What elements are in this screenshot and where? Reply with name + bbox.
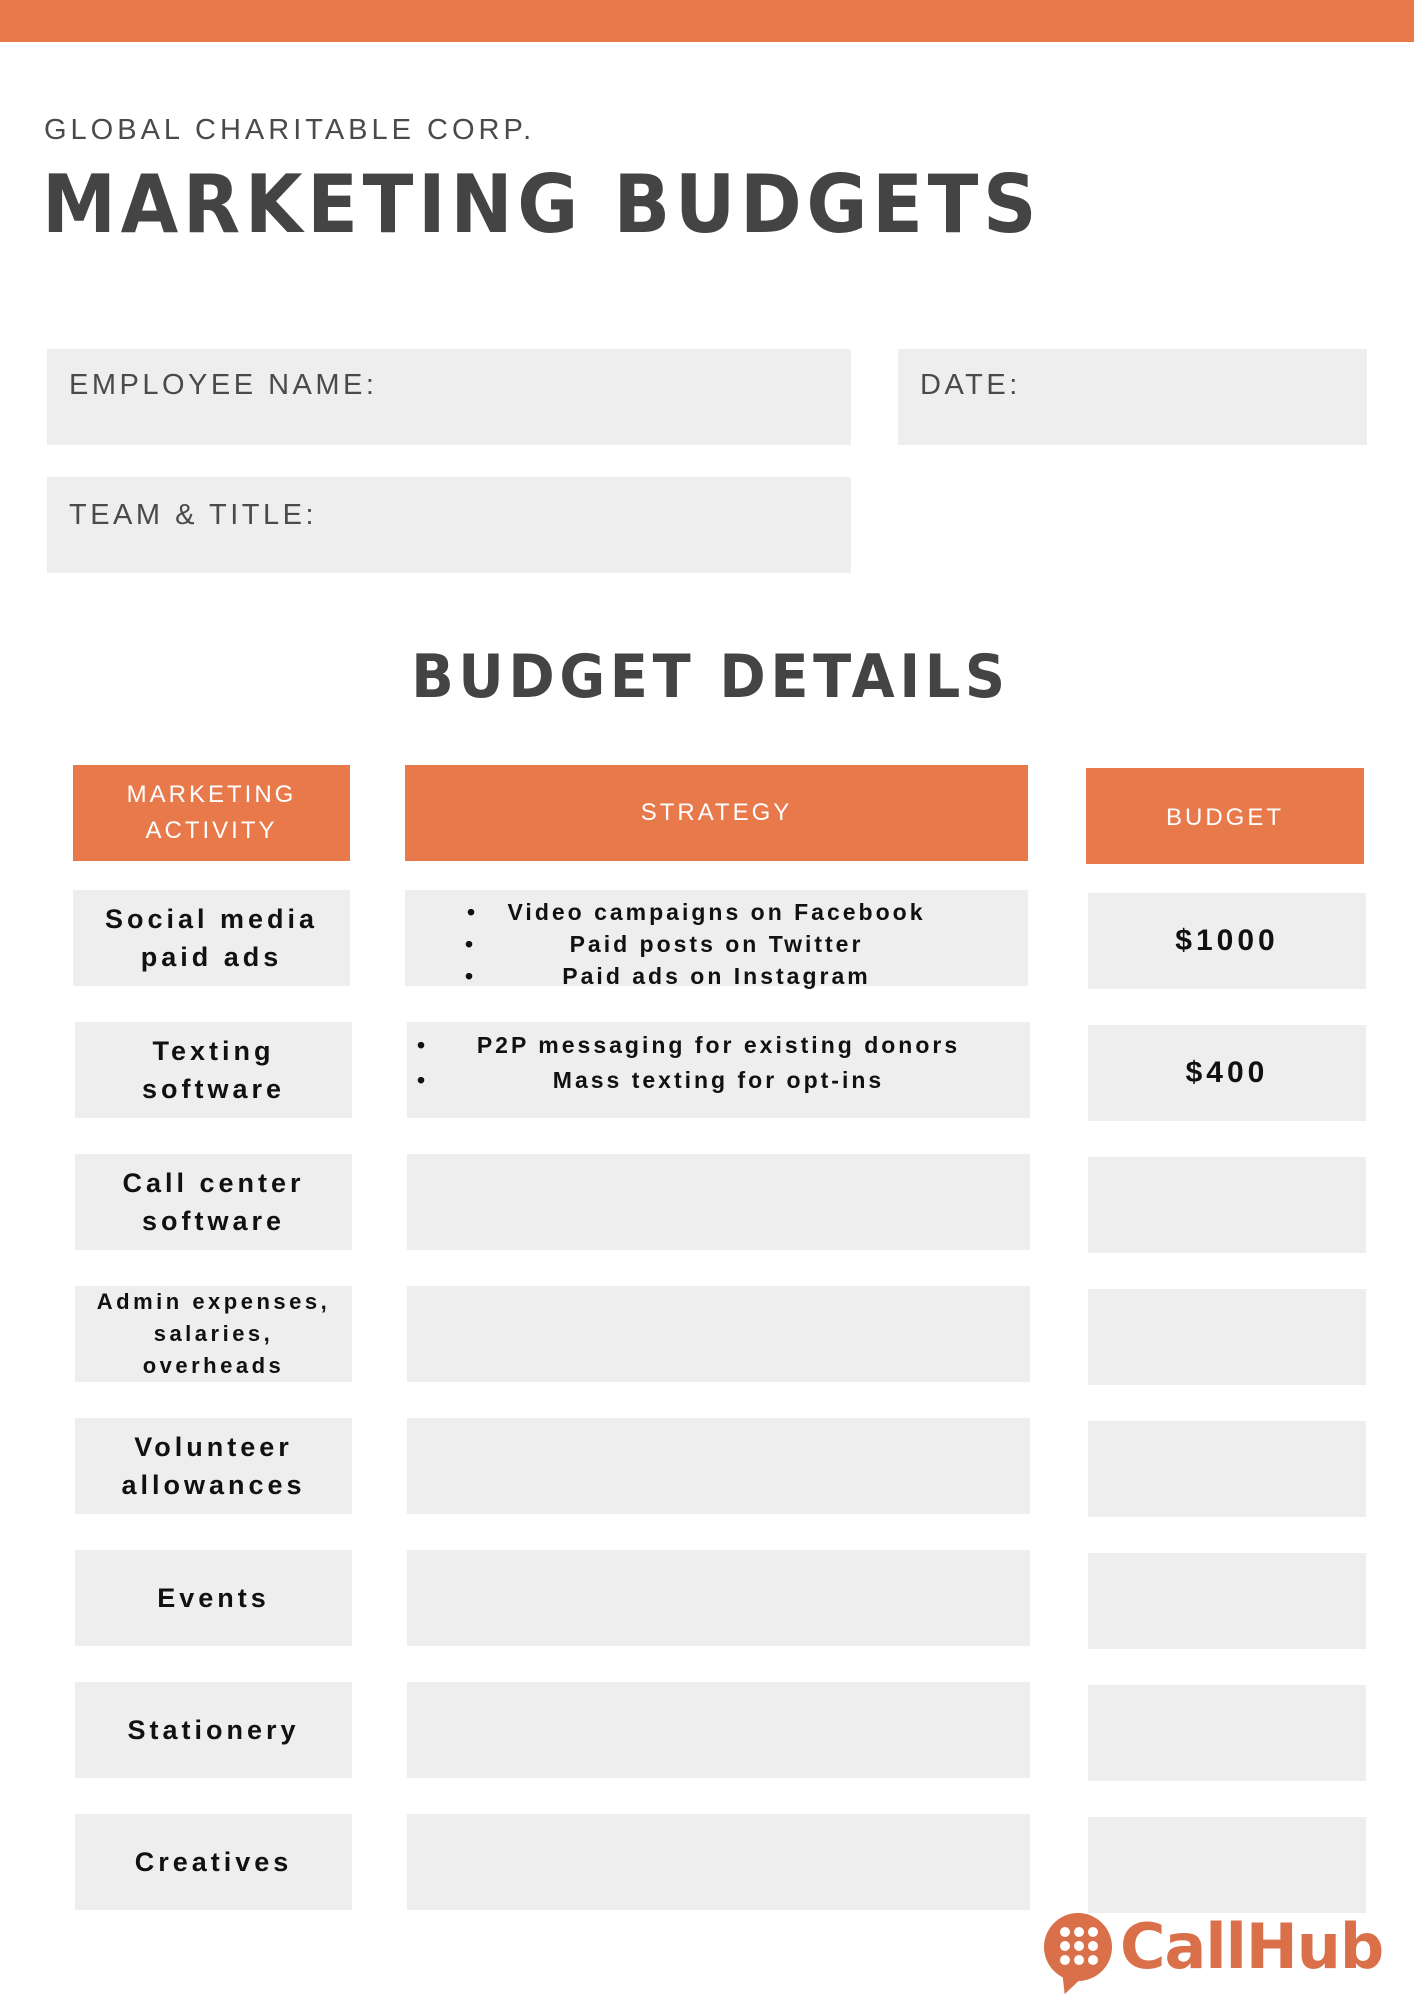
employee-name-label: EMPLOYEE NAME: [69,369,378,401]
strategy-cell[interactable] [407,1814,1030,1910]
strategy-text: Paid posts on Twitter [569,931,864,957]
activity-cell[interactable]: Events [75,1550,352,1646]
budget-value: $1000 [1175,924,1279,957]
date-field[interactable]: DATE: [898,349,1367,445]
activity-text: Creatives [134,1847,293,1877]
employee-name-field[interactable]: EMPLOYEE NAME: [47,349,851,445]
bullet-icon: • [467,899,479,925]
callhub-logo: CallHub [1044,1910,1384,1983]
activity-cell[interactable]: Stationery [75,1682,352,1778]
activity-cell[interactable]: Social media paid ads [73,890,350,986]
strategy-list: • Video campaigns on Facebook • Paid posts … [405,890,1028,992]
activity-text: Texting [152,1036,275,1066]
strategy-text: Paid ads on Instagram [562,963,871,989]
activity-text: allowances [121,1470,306,1500]
organization-name: GLOBAL CHARITABLE CORP. [44,114,536,146]
chat-bubble-keypad-icon [1044,1912,1112,1981]
date-label: DATE: [920,369,1021,401]
bullet-icon: • [417,1067,429,1093]
budget-cell[interactable] [1088,1289,1366,1385]
budget-cell[interactable]: $400 [1088,1025,1366,1121]
strategy-text: Mass texting for opt-ins [552,1067,885,1093]
activity-text: Volunteer [134,1432,293,1462]
strategy-cell[interactable]: • P2P messaging for existing donors • Mass … [407,1022,1030,1118]
bullet-icon: • [465,963,477,989]
activity-text: salaries, [153,1321,274,1346]
strategy-text: P2P messaging for existing donors [476,1032,961,1058]
section-title: BUDGET DETAILS [0,642,1414,712]
section-title-text: BUDGET DETAILS [411,642,1010,712]
bullet-icon: • [465,931,477,957]
activity-text: Social media [104,904,319,934]
activity-cell[interactable]: Texting software [75,1022,352,1118]
budget-cell[interactable] [1088,1421,1366,1517]
column-header-budget: BUDGET [1086,768,1364,864]
budget-value: $400 [1185,1056,1269,1089]
activity-text: overheads [142,1353,285,1378]
strategy-item: • P2P messaging for existing donors [407,1028,1030,1063]
budget-cell[interactable] [1088,1553,1366,1649]
activity-text: Stationery [127,1715,300,1745]
activity-text: Admin expenses, [96,1289,331,1314]
budget-cell[interactable]: $1000 [1088,893,1366,989]
header-line: ACTIVITY [145,817,278,844]
activity-cell[interactable]: Admin expenses, salaries, overheads [75,1286,352,1382]
team-title-label: TEAM & TITLE: [69,499,318,531]
activity-text: paid ads [140,942,283,972]
logo-text: CallHub [1120,1910,1384,1983]
activity-cell[interactable]: Creatives [75,1814,352,1910]
header-line: MARKETING [126,781,297,808]
column-header-strategy: STRATEGY [405,765,1028,861]
strategy-cell[interactable] [407,1154,1030,1250]
strategy-item: • Video campaigns on Facebook [405,896,1028,928]
budget-cell[interactable] [1088,1685,1366,1781]
strategy-item: • Mass texting for opt-ins [407,1063,1030,1098]
column-header-activity: MARKETING ACTIVITY [73,765,350,861]
strategy-cell[interactable]: • Video campaigns on Facebook • Paid posts … [405,890,1028,989]
activity-cell[interactable]: Volunteer allowances [75,1418,352,1514]
top-accent-bar [0,0,1414,42]
header-line: STRATEGY [640,799,793,826]
activity-text: Call center [122,1168,305,1198]
bullet-icon: • [417,1032,429,1058]
budget-cell[interactable] [1088,1817,1366,1913]
activity-text: software [141,1206,286,1236]
strategy-item: • Paid posts on Twitter [405,928,1028,960]
strategy-cell[interactable] [407,1550,1030,1646]
strategy-cell[interactable] [407,1286,1030,1382]
budget-cell[interactable] [1088,1157,1366,1253]
strategy-list: • P2P messaging for existing donors • Mass … [407,1022,1030,1098]
activity-text: Events [157,1583,270,1613]
activity-text: software [141,1074,286,1104]
header-line: BUDGET [1165,804,1284,831]
page-title: MARKETING BUDGETS [42,158,1042,251]
strategy-item: • Paid ads on Instagram [405,960,1028,992]
strategy-cell[interactable] [407,1682,1030,1778]
strategy-cell[interactable] [407,1418,1030,1514]
team-title-field[interactable]: TEAM & TITLE: [47,477,851,573]
activity-cell[interactable]: Call center software [75,1154,352,1250]
strategy-text: Video campaigns on Facebook [507,899,926,925]
